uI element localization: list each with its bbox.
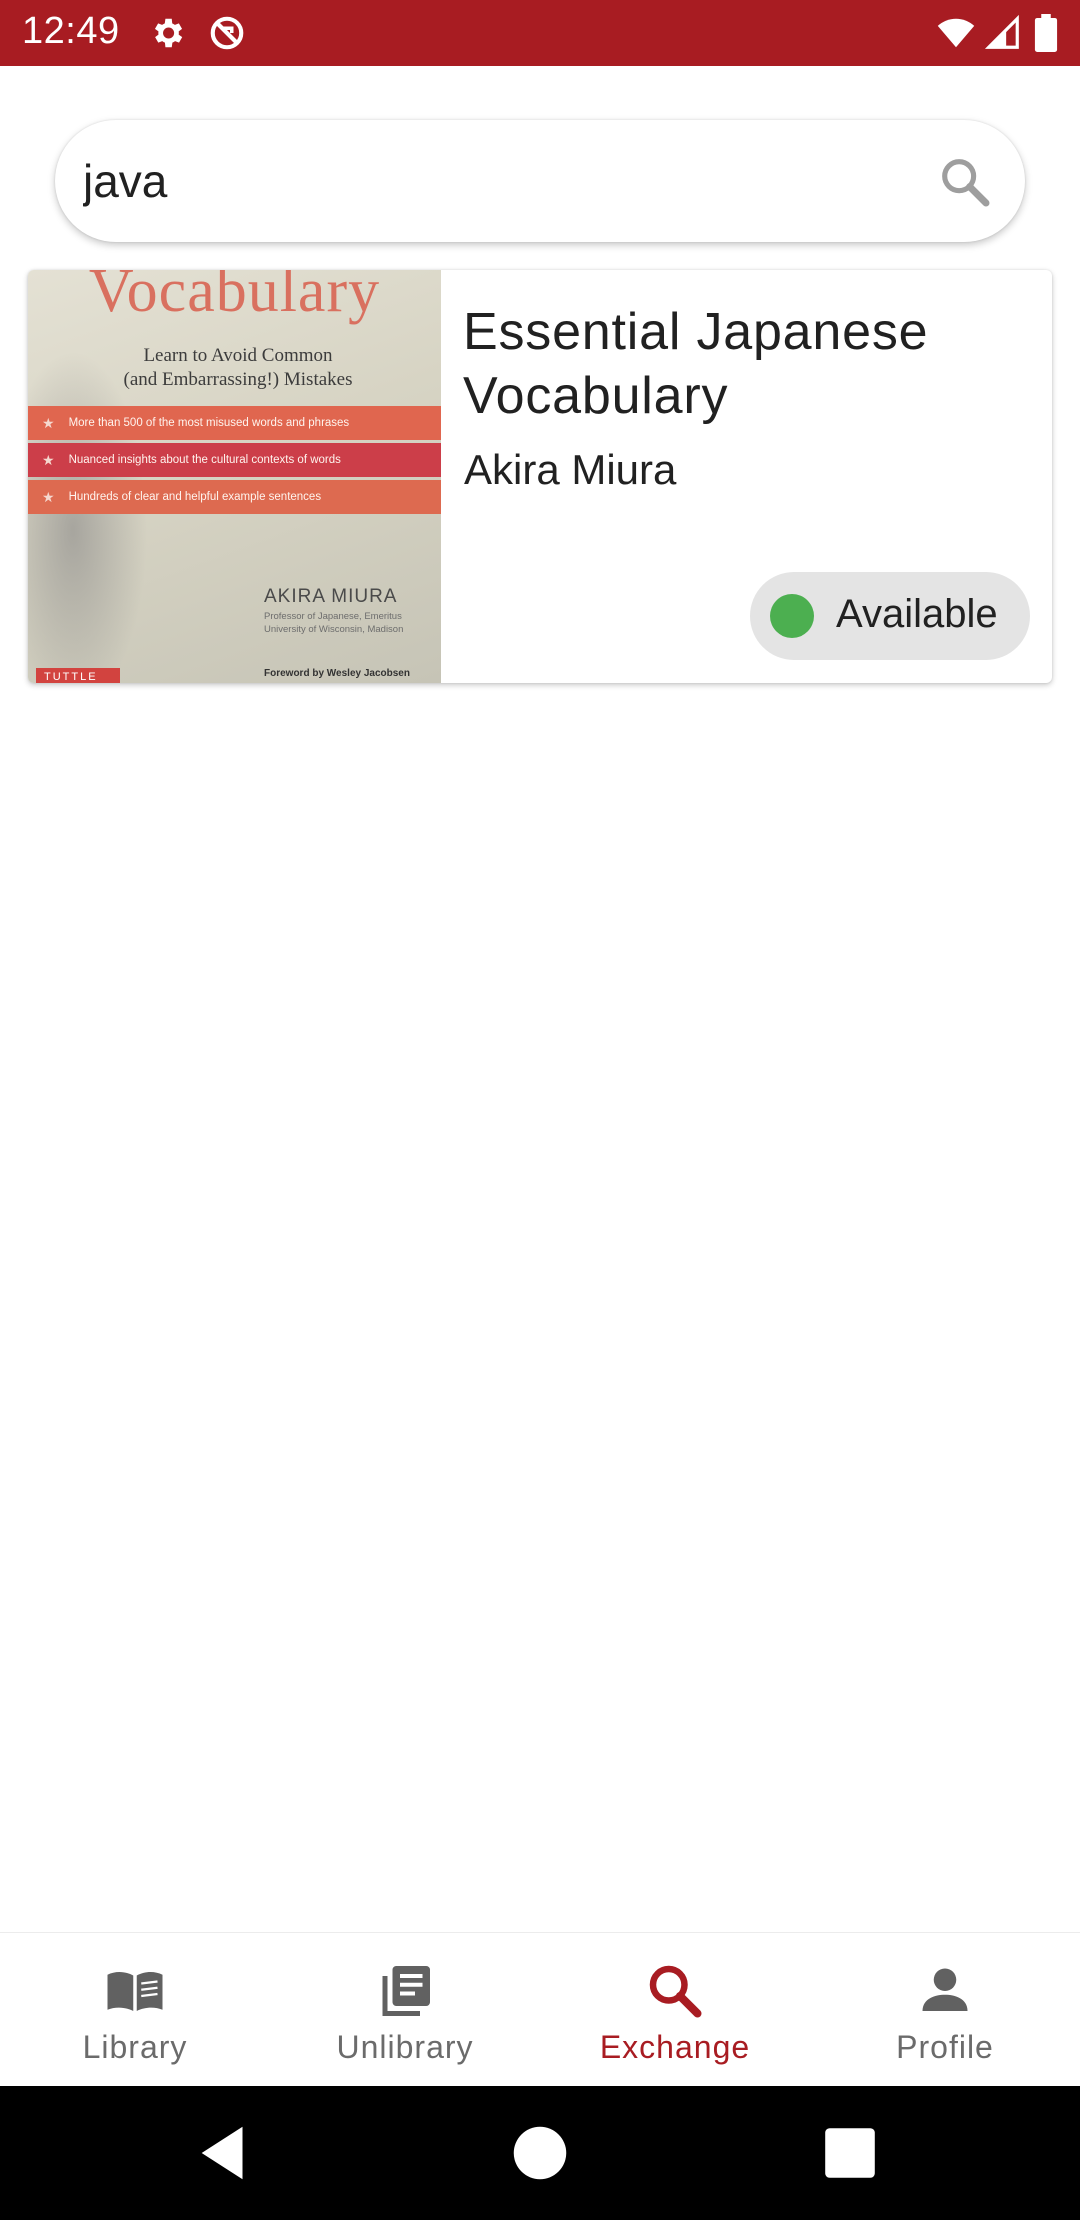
nav-item-unlibrary[interactable]: Unlibrary	[270, 1933, 540, 2087]
cover-affiliation: Professor of Japanese, Emeritus Universi…	[264, 611, 404, 635]
book-author: Akira Miura	[464, 446, 677, 493]
cover-subtitle: Learn to Avoid Common (and Embarrassing!…	[123, 345, 353, 390]
no-sync-icon	[210, 16, 244, 50]
star-icon: ★	[42, 414, 55, 431]
nav-item-exchange[interactable]: Exchange	[540, 1933, 810, 2087]
cover-photo-shadow	[28, 350, 148, 683]
search-icon	[649, 1965, 702, 2018]
system-navigation-bar	[0, 2086, 1080, 2220]
cover-bullet-text: More than 500 of the most misused words …	[68, 417, 350, 429]
nav-label-profile: Profile	[896, 2029, 994, 2065]
nav-label-unlibrary: Unlibrary	[336, 2029, 474, 2065]
exchange-screen: 12:49 Vocabulary	[0, 0, 1080, 2220]
search-bar[interactable]	[55, 120, 1025, 242]
book-title: Essential Japanese Vocabulary	[463, 303, 929, 425]
open-book-icon	[107, 1972, 163, 2011]
book-cover-image: Vocabulary Learn to Avoid Common (and Em…	[28, 270, 441, 683]
cover-foreword: Foreword by Wesley Jacobsen	[264, 668, 410, 679]
availability-dot-icon	[770, 594, 814, 638]
nav-label-exchange: Exchange	[599, 2029, 751, 2065]
article-stack-icon	[382, 1966, 430, 2016]
availability-label: Available	[836, 592, 998, 636]
cover-bullet-text: Nuanced insights about the cultural cont…	[68, 454, 341, 466]
back-icon[interactable]	[190, 2118, 260, 2188]
cover-bullet: ★ More than 500 of the most misused word…	[28, 406, 441, 440]
cover-title: Vocabulary	[88, 270, 381, 325]
star-icon: ★	[42, 488, 55, 505]
cover-bullet-text: Hundreds of clear and helpful example se…	[68, 491, 322, 503]
search-icon[interactable]	[937, 154, 993, 210]
bottom-navigation: Library Unlibrary Exchange Profile	[0, 1932, 1080, 2086]
cover-bullet: ★ Nuanced insights about the cultural co…	[28, 443, 441, 477]
nav-label-library: Library	[82, 2029, 188, 2065]
star-icon: ★	[42, 451, 55, 468]
battery-icon	[1034, 14, 1058, 52]
book-result-card[interactable]: Vocabulary Learn to Avoid Common (and Em…	[28, 270, 1052, 683]
home-icon[interactable]	[505, 2118, 575, 2188]
search-input[interactable]	[83, 142, 943, 220]
recents-icon[interactable]	[815, 2118, 885, 2188]
cover-bullet: ★ Hundreds of clear and helpful example …	[28, 480, 441, 514]
person-icon	[922, 1968, 968, 2011]
nav-item-profile[interactable]: Profile	[810, 1933, 1080, 2087]
status-bar: 12:49	[0, 0, 1080, 66]
status-time: 12:49	[22, 10, 120, 52]
cover-author: AKIRA MIURA	[264, 586, 398, 607]
cover-publisher-logo: TUTTLE	[36, 668, 120, 683]
settings-gear-icon	[154, 18, 183, 48]
availability-chip: Available	[750, 572, 1030, 660]
wifi-icon	[937, 18, 975, 48]
cellular-signal-icon	[984, 14, 1019, 49]
nav-item-library[interactable]: Library	[0, 1933, 270, 2087]
